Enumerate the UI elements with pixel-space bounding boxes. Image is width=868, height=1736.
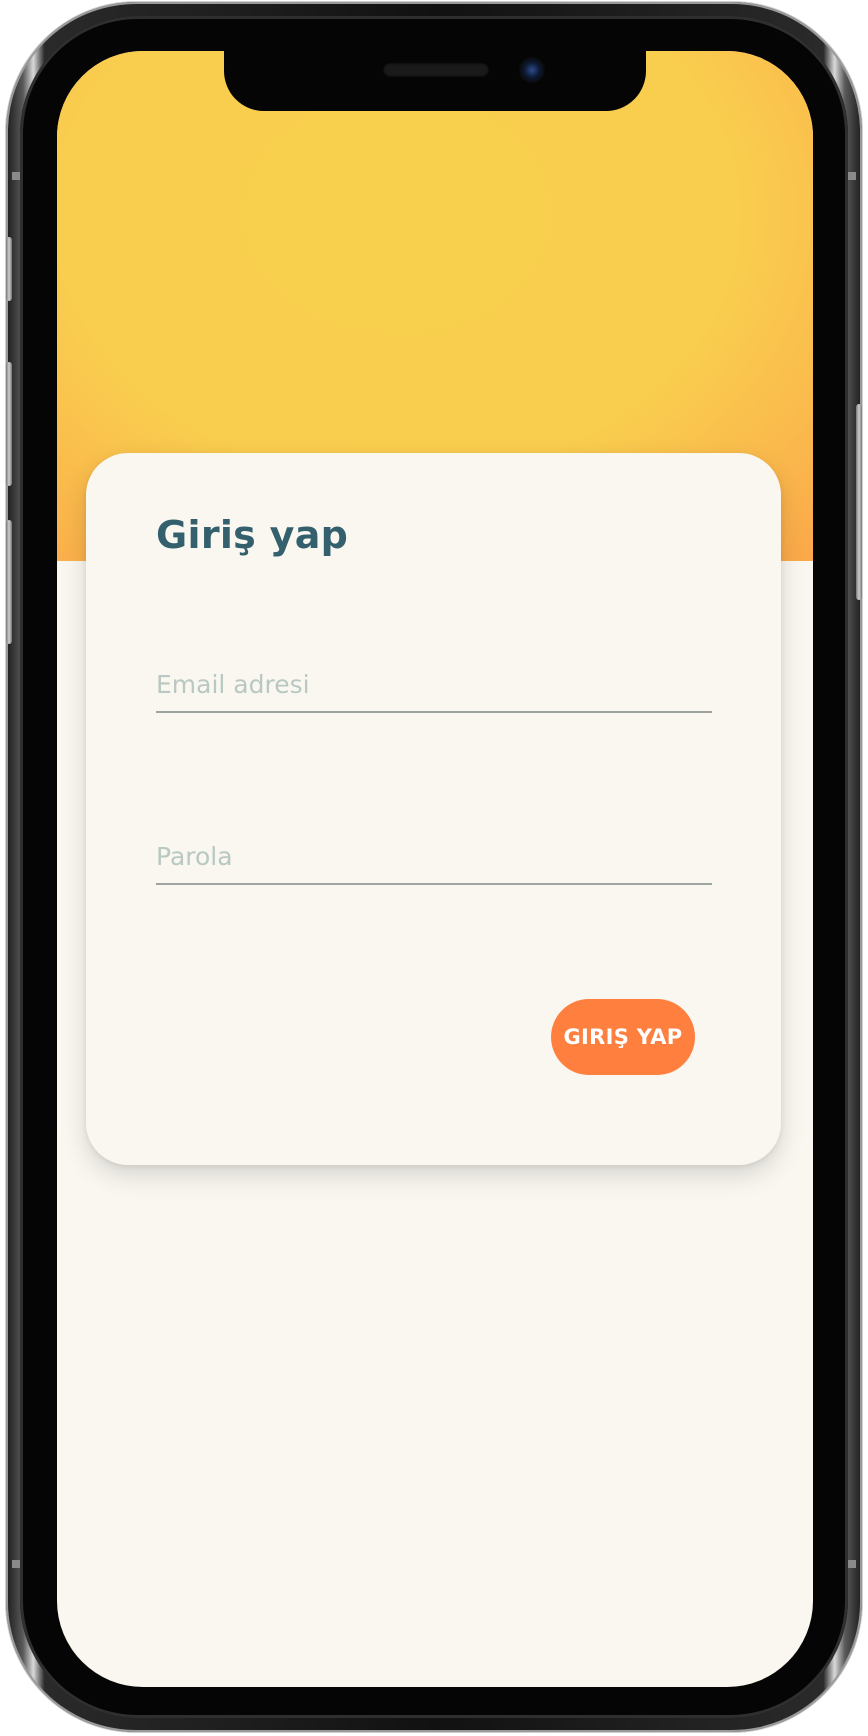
login-button[interactable]: GIRIŞ YAP (551, 999, 695, 1075)
volume-down-button (6, 520, 12, 644)
phone-notch (224, 51, 646, 111)
front-camera-icon (519, 57, 545, 83)
volume-up-button (6, 362, 12, 486)
earpiece-speaker (383, 63, 489, 77)
mute-switch (6, 237, 12, 301)
power-button (856, 404, 862, 600)
password-input[interactable] (156, 842, 712, 871)
password-field[interactable] (156, 823, 712, 885)
screen-bottom (57, 1647, 813, 1687)
email-field[interactable] (156, 651, 712, 713)
email-input[interactable] (156, 670, 712, 699)
login-card: Giriş yap GIRIŞ YAP (86, 453, 781, 1165)
login-title: Giriş yap (156, 513, 349, 557)
app-screen: Giriş yap GIRIŞ YAP (57, 51, 813, 1687)
